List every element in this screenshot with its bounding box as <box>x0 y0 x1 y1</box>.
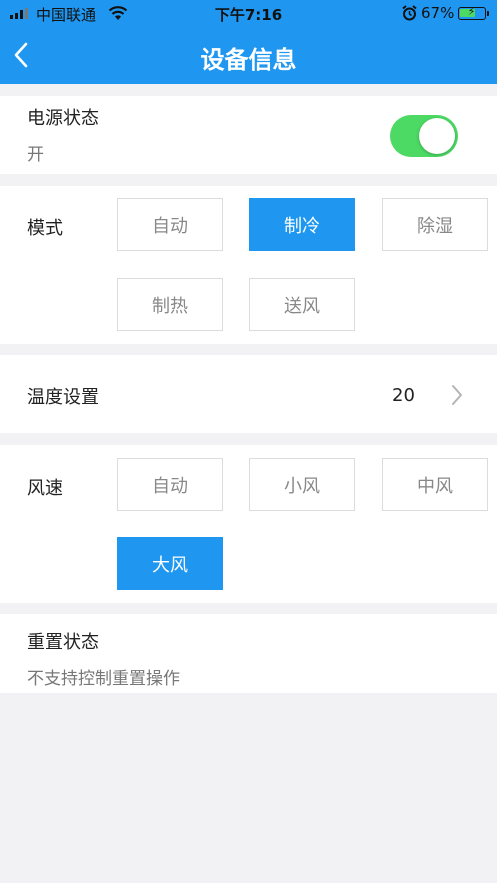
reset-note: 不支持控制重置操作 <box>27 669 180 689</box>
reset-label: 重置状态 <box>27 632 99 653</box>
power-toggle[interactable] <box>390 115 458 157</box>
fan-option-medium[interactable]: 中风 <box>382 458 488 511</box>
power-value: 开 <box>27 145 44 165</box>
mode-option-auto[interactable]: 自动 <box>117 198 223 251</box>
mode-option-dehumidify[interactable]: 除湿 <box>382 198 488 251</box>
fan-option-low[interactable]: 小风 <box>249 458 355 511</box>
fan-option-high[interactable]: 大风 <box>117 537 223 590</box>
fan-option-auto[interactable]: 自动 <box>117 458 223 511</box>
power-label: 电源状态 <box>27 108 99 129</box>
toggle-knob <box>419 118 455 154</box>
navigation-bar: 设备信息 <box>0 28 497 84</box>
status-bar: 中国联通 下午7:16 67% ⚡ <box>0 0 497 28</box>
alarm-icon <box>402 5 417 21</box>
page-title: 设备信息 <box>200 46 297 74</box>
temperature-label: 温度设置 <box>27 387 99 408</box>
battery-percentage: 67% <box>421 4 455 22</box>
mode-option-heat[interactable]: 制热 <box>117 278 223 331</box>
fan-speed-label: 风速 <box>27 478 63 499</box>
temperature-value: 20 <box>392 385 415 406</box>
mode-option-cool[interactable]: 制冷 <box>249 198 355 251</box>
battery-tip <box>487 11 489 16</box>
mode-label: 模式 <box>27 218 63 239</box>
mode-option-fan[interactable]: 送风 <box>249 278 355 331</box>
battery-icon: ⚡ <box>458 5 486 20</box>
chevron-right-icon[interactable] <box>448 382 466 408</box>
